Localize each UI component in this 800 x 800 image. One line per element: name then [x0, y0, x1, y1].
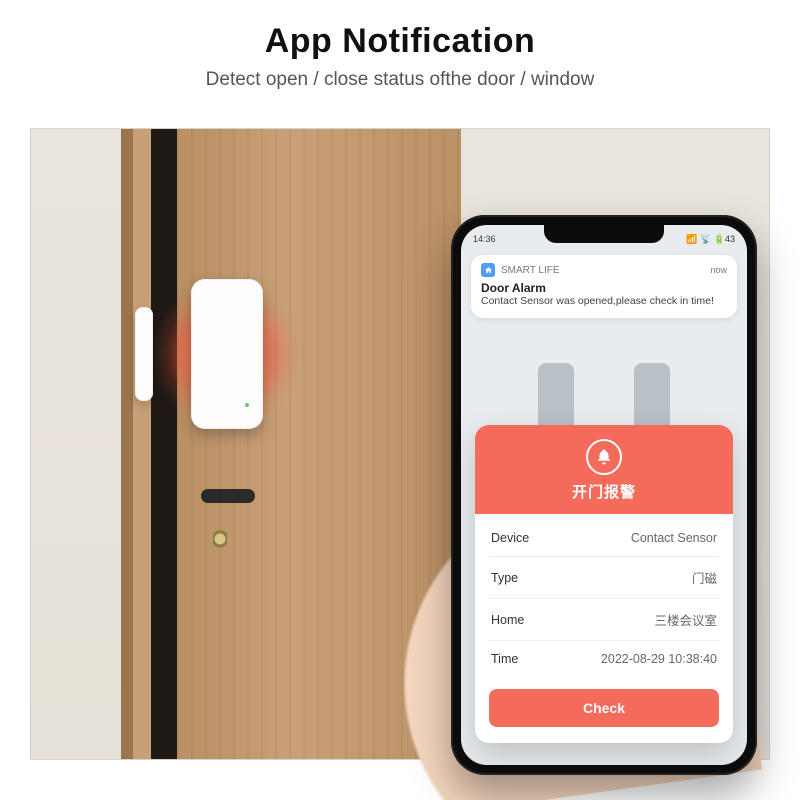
- alarm-card: 开门报警 Device Contact Sensor Type 门磁 Home: [475, 425, 733, 743]
- bell-icon: [586, 439, 622, 475]
- sensor-magnet: [135, 307, 153, 401]
- phone-screen: 14:36 📶 📡 🔋43 SMART LIFE now Door Alarm …: [461, 225, 747, 765]
- detail-key: Time: [491, 652, 518, 666]
- door-lock: [213, 529, 227, 551]
- push-notification[interactable]: SMART LIFE now Door Alarm Contact Sensor…: [471, 255, 737, 318]
- detail-value: 门磁: [692, 568, 717, 587]
- page-title: App Notification: [0, 22, 800, 61]
- push-title: Door Alarm: [481, 281, 727, 295]
- sensor-body: [191, 279, 263, 429]
- phone-mockup: 14:36 📶 📡 🔋43 SMART LIFE now Door Alarm …: [451, 215, 757, 775]
- product-scene: 14:36 📶 📡 🔋43 SMART LIFE now Door Alarm …: [30, 128, 770, 760]
- door-handle: [201, 489, 255, 503]
- detail-key: Home: [491, 613, 524, 627]
- check-button[interactable]: Check: [489, 689, 719, 727]
- alarm-details: Device Contact Sensor Type 门磁 Home 三楼会议室: [475, 514, 733, 677]
- detail-value: 2022-08-29 10:38:40: [601, 652, 717, 666]
- detail-value: Contact Sensor: [631, 531, 717, 545]
- detail-row-home: Home 三楼会议室: [489, 599, 719, 641]
- detail-row-type: Type 门磁: [489, 557, 719, 599]
- alarm-card-title: 开门报警: [475, 481, 733, 502]
- detail-value: 三楼会议室: [654, 610, 717, 629]
- page-subtitle: Detect open / close status ofthe door / …: [0, 69, 800, 91]
- detail-row-time: Time 2022-08-29 10:38:40: [489, 641, 719, 677]
- push-time: now: [710, 265, 727, 275]
- status-icons: 📶 📡 🔋43: [686, 234, 735, 245]
- alarm-card-header: 开门报警: [475, 425, 733, 514]
- detail-row-device: Device Contact Sensor: [489, 520, 719, 557]
- door-gap: [151, 129, 177, 759]
- phone-notch: [544, 225, 664, 243]
- detail-key: Device: [491, 531, 529, 545]
- status-time: 14:36: [473, 234, 496, 244]
- push-body: Contact Sensor was opened,please check i…: [481, 295, 727, 308]
- smart-life-app-icon: [481, 263, 495, 277]
- push-app-name: SMART LIFE: [501, 265, 560, 276]
- detail-key: Type: [491, 571, 518, 585]
